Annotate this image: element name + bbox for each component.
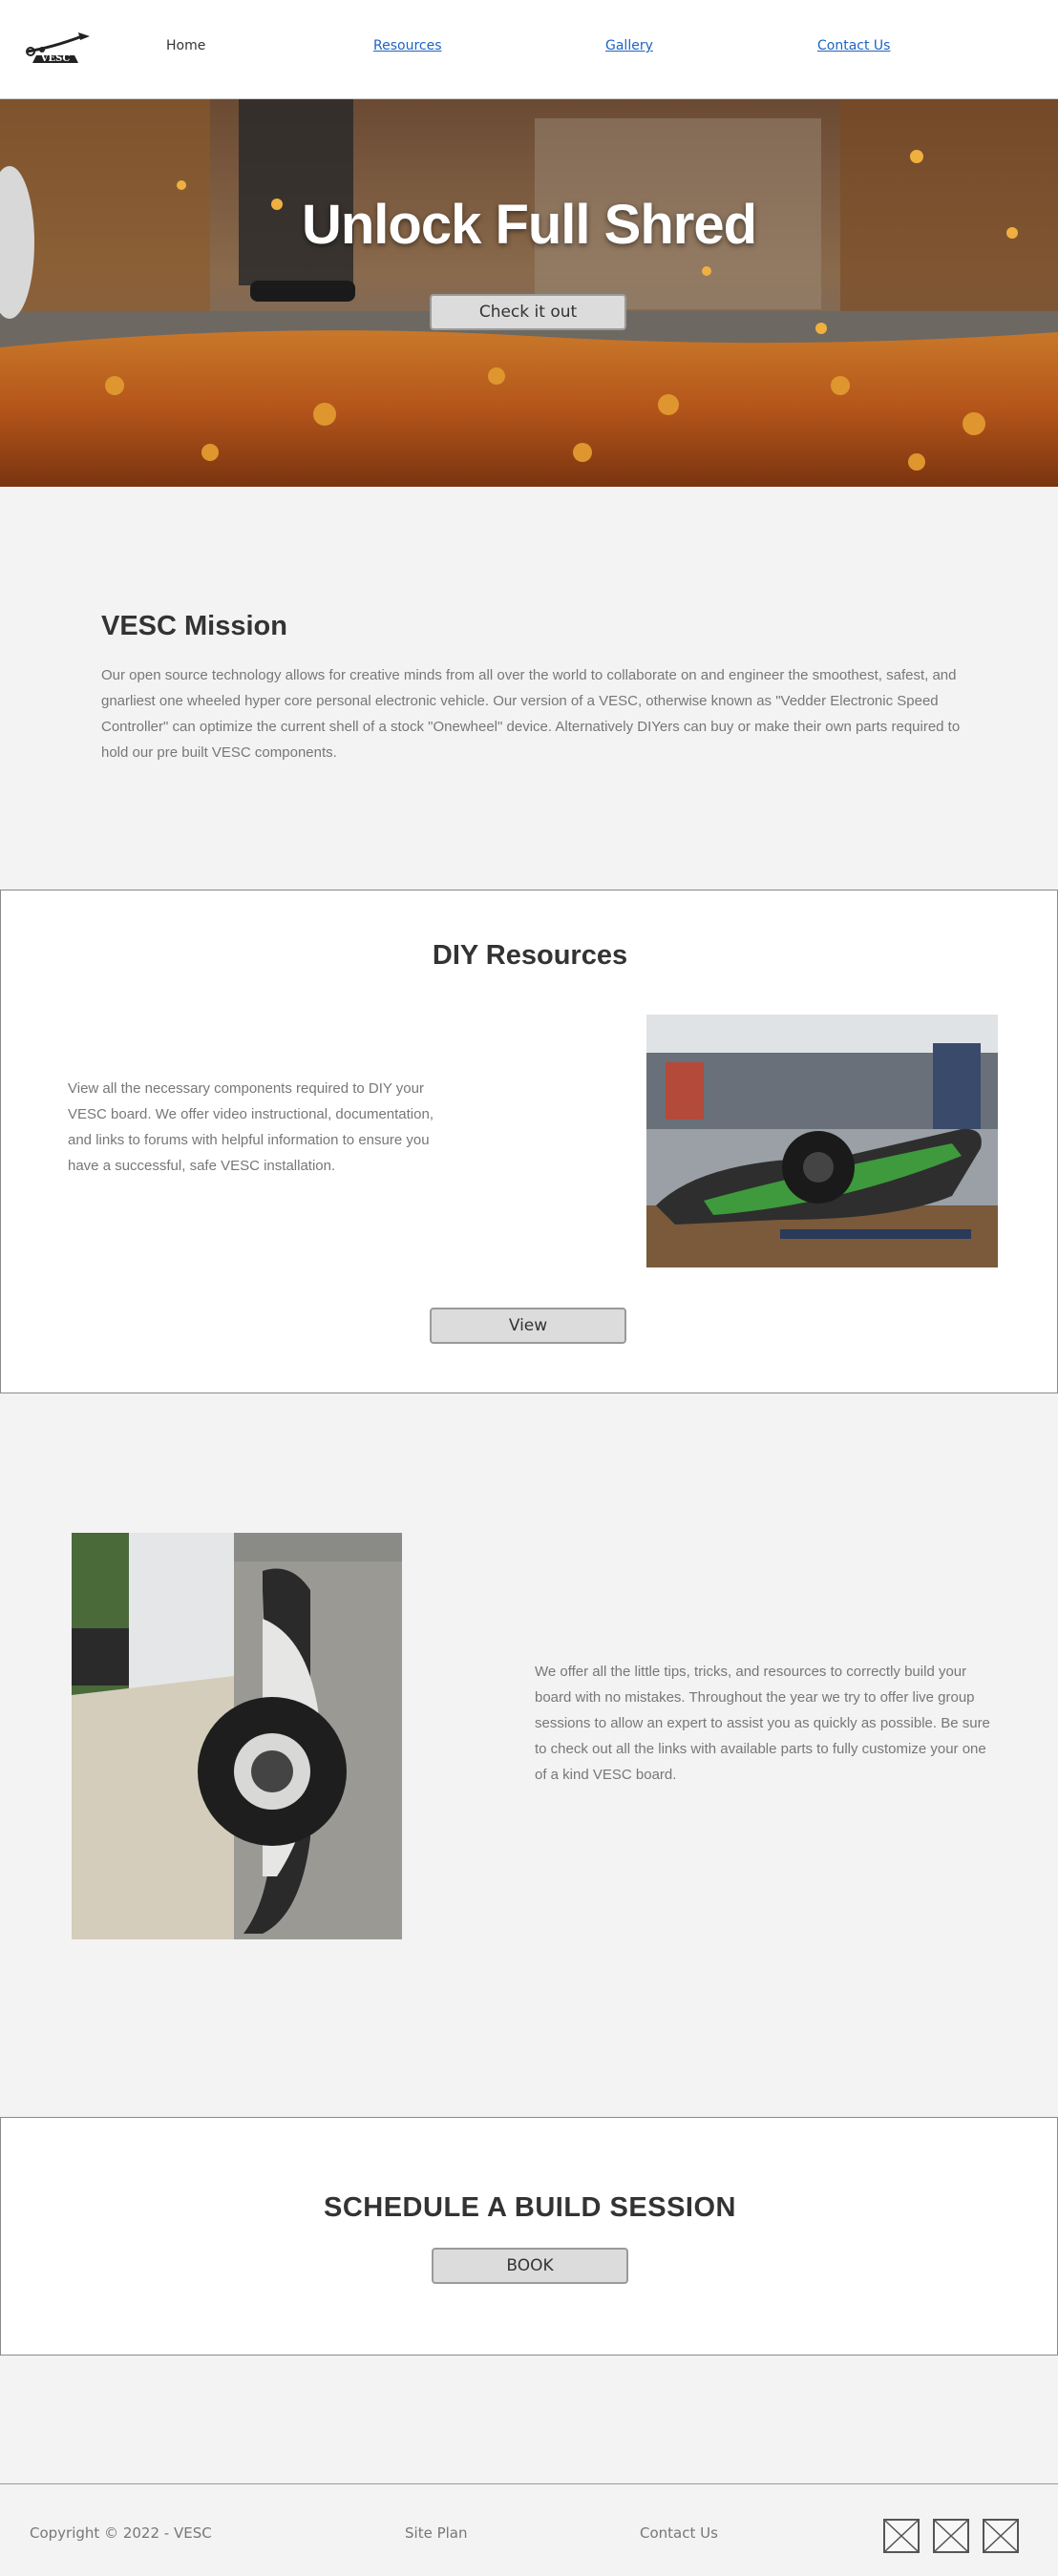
workshop-board-photo (646, 1015, 998, 1267)
site-header: VESC Home Resources Gallery Contact Us (0, 0, 1058, 99)
site-footer: Copyright © 2022 - VESC Site Plan Contac… (0, 2483, 1058, 2576)
mission-section: VESC Mission Our open source technology … (0, 487, 1058, 890)
nav-contact-us[interactable]: Contact Us (817, 38, 890, 53)
workshop-image (646, 1015, 998, 1267)
diy-text: View all the necessary components requir… (68, 1080, 434, 1174)
tips-text: We offer all the little tips, tricks, an… (535, 1664, 990, 1783)
view-button[interactable]: View (430, 1308, 626, 1344)
hero-image (0, 99, 1058, 487)
tips-section: We offer all the little tips, tricks, an… (0, 1393, 1058, 2117)
nav-home[interactable]: Home (166, 38, 205, 53)
nav-gallery[interactable]: Gallery (605, 38, 653, 53)
logo-icon: VESC (26, 32, 90, 64)
svg-text:VESC: VESC (40, 53, 71, 64)
schedule-title: SCHEDULE A BUILD SESSION (323, 2192, 736, 2223)
diy-title: DIY Resources (432, 940, 628, 971)
mission-text: Our open source technology allows for cr… (101, 667, 961, 761)
onewheel-image (72, 1533, 402, 1939)
site-plan-link[interactable]: Site Plan (405, 2524, 467, 2542)
onewheel-photo (72, 1533, 402, 1939)
check-it-out-button[interactable]: Check it out (430, 294, 626, 330)
hero-banner: Unlock Full Shred Check it out (0, 99, 1058, 487)
schedule-section: SCHEDULE A BUILD SESSION BOOK (0, 2117, 1058, 2356)
placeholder-icon[interactable] (883, 2519, 920, 2553)
diy-resources-section: DIY Resources View all the necessary com… (0, 890, 1058, 1393)
page: VESC Home Resources Gallery Contact Us U… (0, 0, 1058, 2576)
vesc-logo[interactable]: VESC (23, 29, 94, 71)
hero-title: Unlock Full Shred (301, 194, 757, 256)
footer-contact-link[interactable]: Contact Us (640, 2524, 718, 2542)
copyright-text: Copyright © 2022 - VESC (30, 2524, 212, 2542)
nav-resources[interactable]: Resources (373, 38, 442, 53)
book-button[interactable]: BOOK (432, 2248, 628, 2284)
placeholder-icon[interactable] (933, 2519, 969, 2553)
placeholder-icon[interactable] (983, 2519, 1019, 2553)
mission-title: VESC Mission (101, 611, 287, 641)
